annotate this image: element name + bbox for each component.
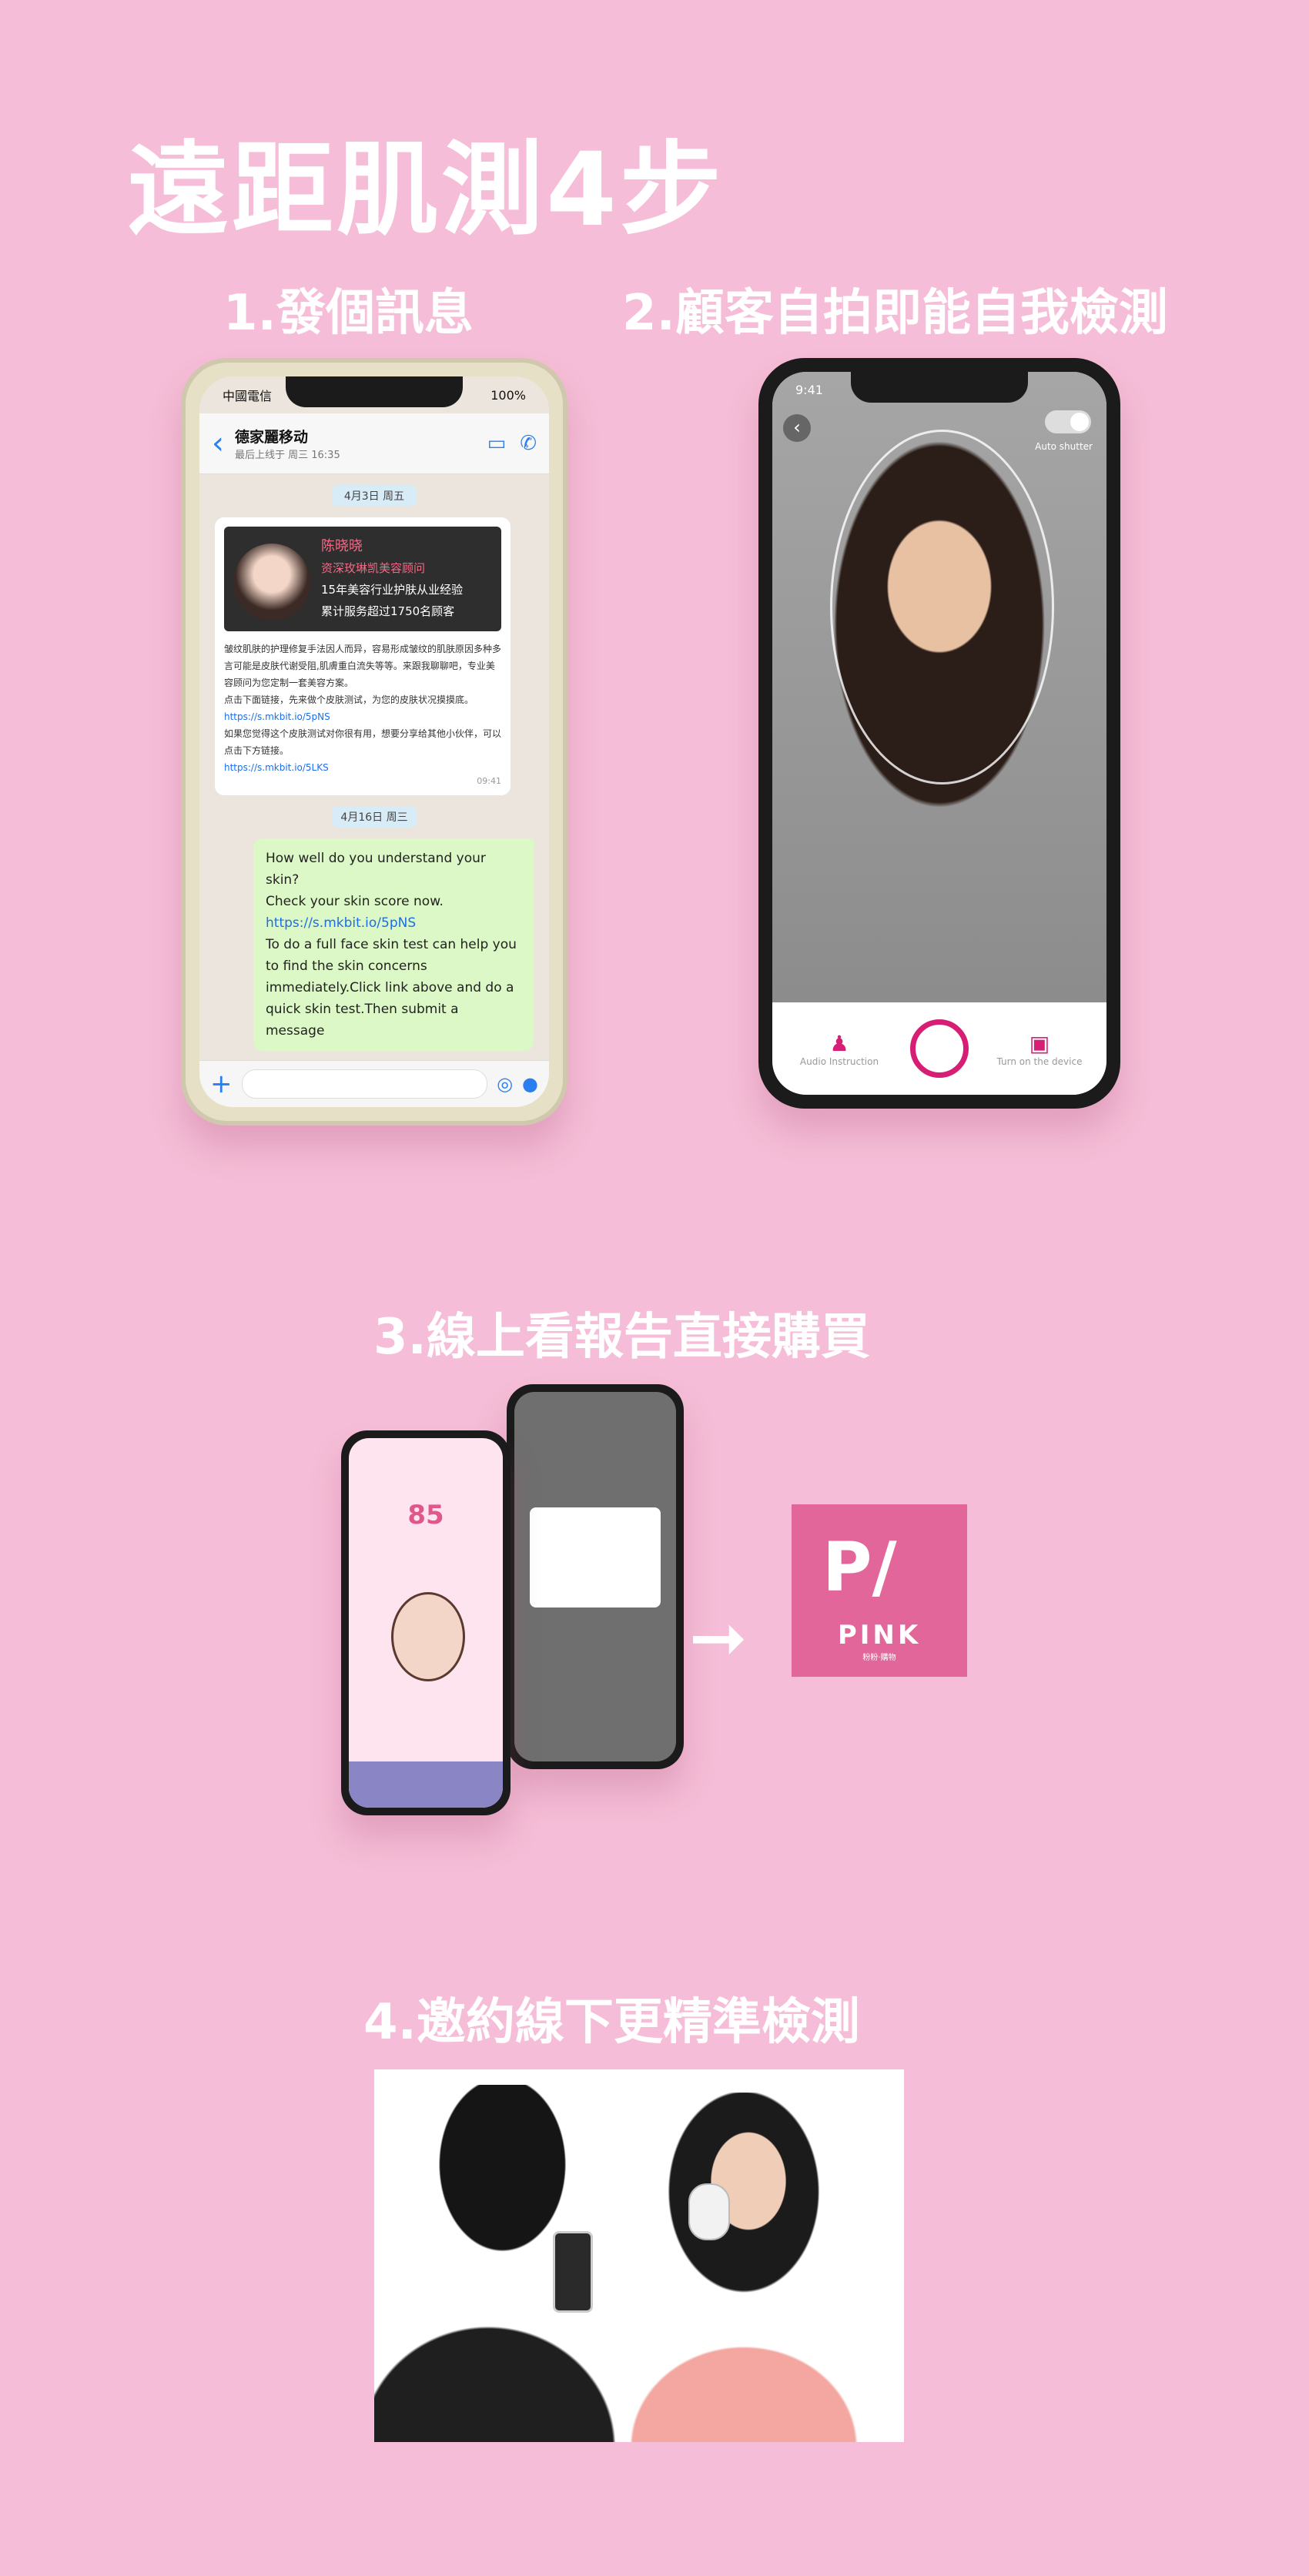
cart-logo-icon: P/: [822, 1527, 897, 1607]
chat-header: ‹ 德家麗移动 最后上线于 周三 16:35 ▭ ✆: [199, 413, 549, 474]
message-text: 如果您觉得这个皮肤测试对你很有用，想要分享给其他小伙伴，可以点击下方链接。: [224, 728, 502, 756]
device-button[interactable]: ▣ Turn on the device: [989, 1031, 1090, 1067]
report-phone: 85: [341, 1430, 511, 1815]
message-input[interactable]: [241, 1069, 488, 1099]
camera-toolbar: ♟ Audio Instruction ▣ Turn on the device: [772, 1002, 1106, 1095]
phone-device: [553, 2231, 593, 2313]
selfie-screen: 9:41 ‹ Auto shutter ♟ Audio Instruction …: [772, 372, 1106, 1095]
step-1-title: 1.發個訊息: [223, 285, 474, 342]
logo-subtitle: 粉粉·購物: [862, 1654, 896, 1662]
consultant-role: 资深玫琳凯美容顾问: [321, 561, 426, 575]
auto-shutter-toggle[interactable]: [1045, 410, 1091, 433]
report-bottom-bar[interactable]: [349, 1761, 503, 1808]
audio-instruction-label: Audio Instruction: [799, 1055, 879, 1067]
message-text: 皱纹肌肤的护理修复手法因人而异，容易形成皱纹的肌肤原因多种多言可能是皮肤代谢受阻…: [224, 644, 502, 688]
selfie-phone: 9:41 ‹ Auto shutter ♟ Audio Instruction …: [758, 358, 1120, 1109]
device-label: Turn on the device: [996, 1055, 1083, 1067]
date-pill: 4月3日 周五: [332, 485, 417, 507]
message-text: Check your skin score now.: [266, 894, 444, 909]
phone-call-icon[interactable]: ✆: [520, 432, 537, 455]
skin-score: 85: [407, 1500, 444, 1531]
chat-screen: 中國電信 100% ‹ 德家麗移动 最后上线于 周三 16:35 ▭ ✆ 4月3…: [199, 376, 549, 1107]
contact-name: 德家麗移动: [235, 429, 309, 446]
contact-status: 最后上线于 周三 16:35: [235, 450, 340, 461]
product-popup[interactable]: [530, 1507, 661, 1607]
face-guide-oval: [830, 430, 1054, 785]
message-text: How well do you understand your skin?: [266, 851, 486, 888]
clock-label: 9:41: [795, 383, 823, 397]
consultant-figure: [374, 2085, 659, 2442]
image-icon: ▣: [1029, 1030, 1050, 1056]
step-3-title: 3.線上看報告直接購買: [373, 1309, 870, 1366]
message-text: 点击下面链接，先来做个皮肤测试，为您的皮肤状况摸摸底。: [224, 694, 474, 705]
back-icon[interactable]: ‹: [212, 426, 224, 461]
audio-person-icon: ♟: [829, 1030, 849, 1056]
message-link[interactable]: https://s.mkbit.io/5LKS: [224, 759, 501, 776]
consultant-card[interactable]: 陈晓晓 资深玫琳凯美容顾问 15年美容行业护肤从业经验 累计服务超过1750名顾…: [224, 527, 501, 631]
product-screen: [514, 1392, 676, 1761]
chat-input-bar: + ◎ ●: [199, 1060, 549, 1107]
carrier-label: 中國電信: [223, 389, 273, 403]
microphone-icon[interactable]: ●: [522, 1073, 538, 1095]
consultation-photo: [374, 2069, 904, 2442]
arrow-right-icon: ➞: [689, 1597, 748, 1678]
report-screen: 85: [349, 1438, 503, 1808]
consultant-customers: 累计服务超过1750名顾客: [321, 604, 455, 618]
face-illustration: [391, 1592, 465, 1681]
date-pill: 4月16日 周三: [332, 806, 417, 828]
product-phone: [507, 1384, 684, 1769]
step-2-title: 2.顧客自拍即能自我檢測: [622, 285, 1168, 342]
consultant-name: 陈晓晓: [321, 538, 363, 554]
auto-shutter-label: Auto shutter: [1035, 441, 1093, 452]
audio-instruction-button[interactable]: ♟ Audio Instruction: [789, 1031, 889, 1067]
message-bubble: 陈晓晓 资深玫琳凯美容顾问 15年美容行业护肤从业经验 累计服务超过1750名顾…: [215, 517, 511, 795]
step-4-title: 4.邀約線下更精準檢測: [363, 1994, 860, 2051]
message-link[interactable]: https://s.mkbit.io/5pNS: [224, 708, 501, 725]
plus-icon[interactable]: +: [210, 1069, 233, 1099]
customer-figure: [628, 2093, 859, 2442]
page-title: 遠距肌測4步: [127, 131, 725, 249]
message-time: 09:41: [477, 776, 501, 786]
logo-word: PINK: [837, 1620, 922, 1651]
battery-label: 100%: [490, 387, 526, 403]
chat-phone: 中國電信 100% ‹ 德家麗移动 最后上线于 周三 16:35 ▭ ✆ 4月3…: [181, 358, 567, 1126]
pink-logo: P/ PINK 粉粉·購物: [792, 1504, 967, 1677]
consultant-experience: 15年美容行业护肤从业经验: [321, 583, 464, 597]
message-link[interactable]: https://s.mkbit.io/5pNS: [266, 912, 521, 934]
message-bubble-outgoing: How well do you understand your skin? Ch…: [253, 838, 534, 1051]
phone-notch: [851, 372, 1028, 403]
avatar: [233, 544, 310, 621]
video-call-icon[interactable]: ▭: [487, 432, 507, 455]
phone-notch: [286, 376, 463, 407]
message-text: To do a full face skin test can help you…: [266, 937, 517, 1039]
shutter-button[interactable]: [910, 1019, 969, 1078]
back-icon[interactable]: ‹: [783, 414, 811, 442]
skin-scanner-device: [688, 2183, 730, 2240]
camera-icon[interactable]: ◎: [497, 1073, 513, 1095]
